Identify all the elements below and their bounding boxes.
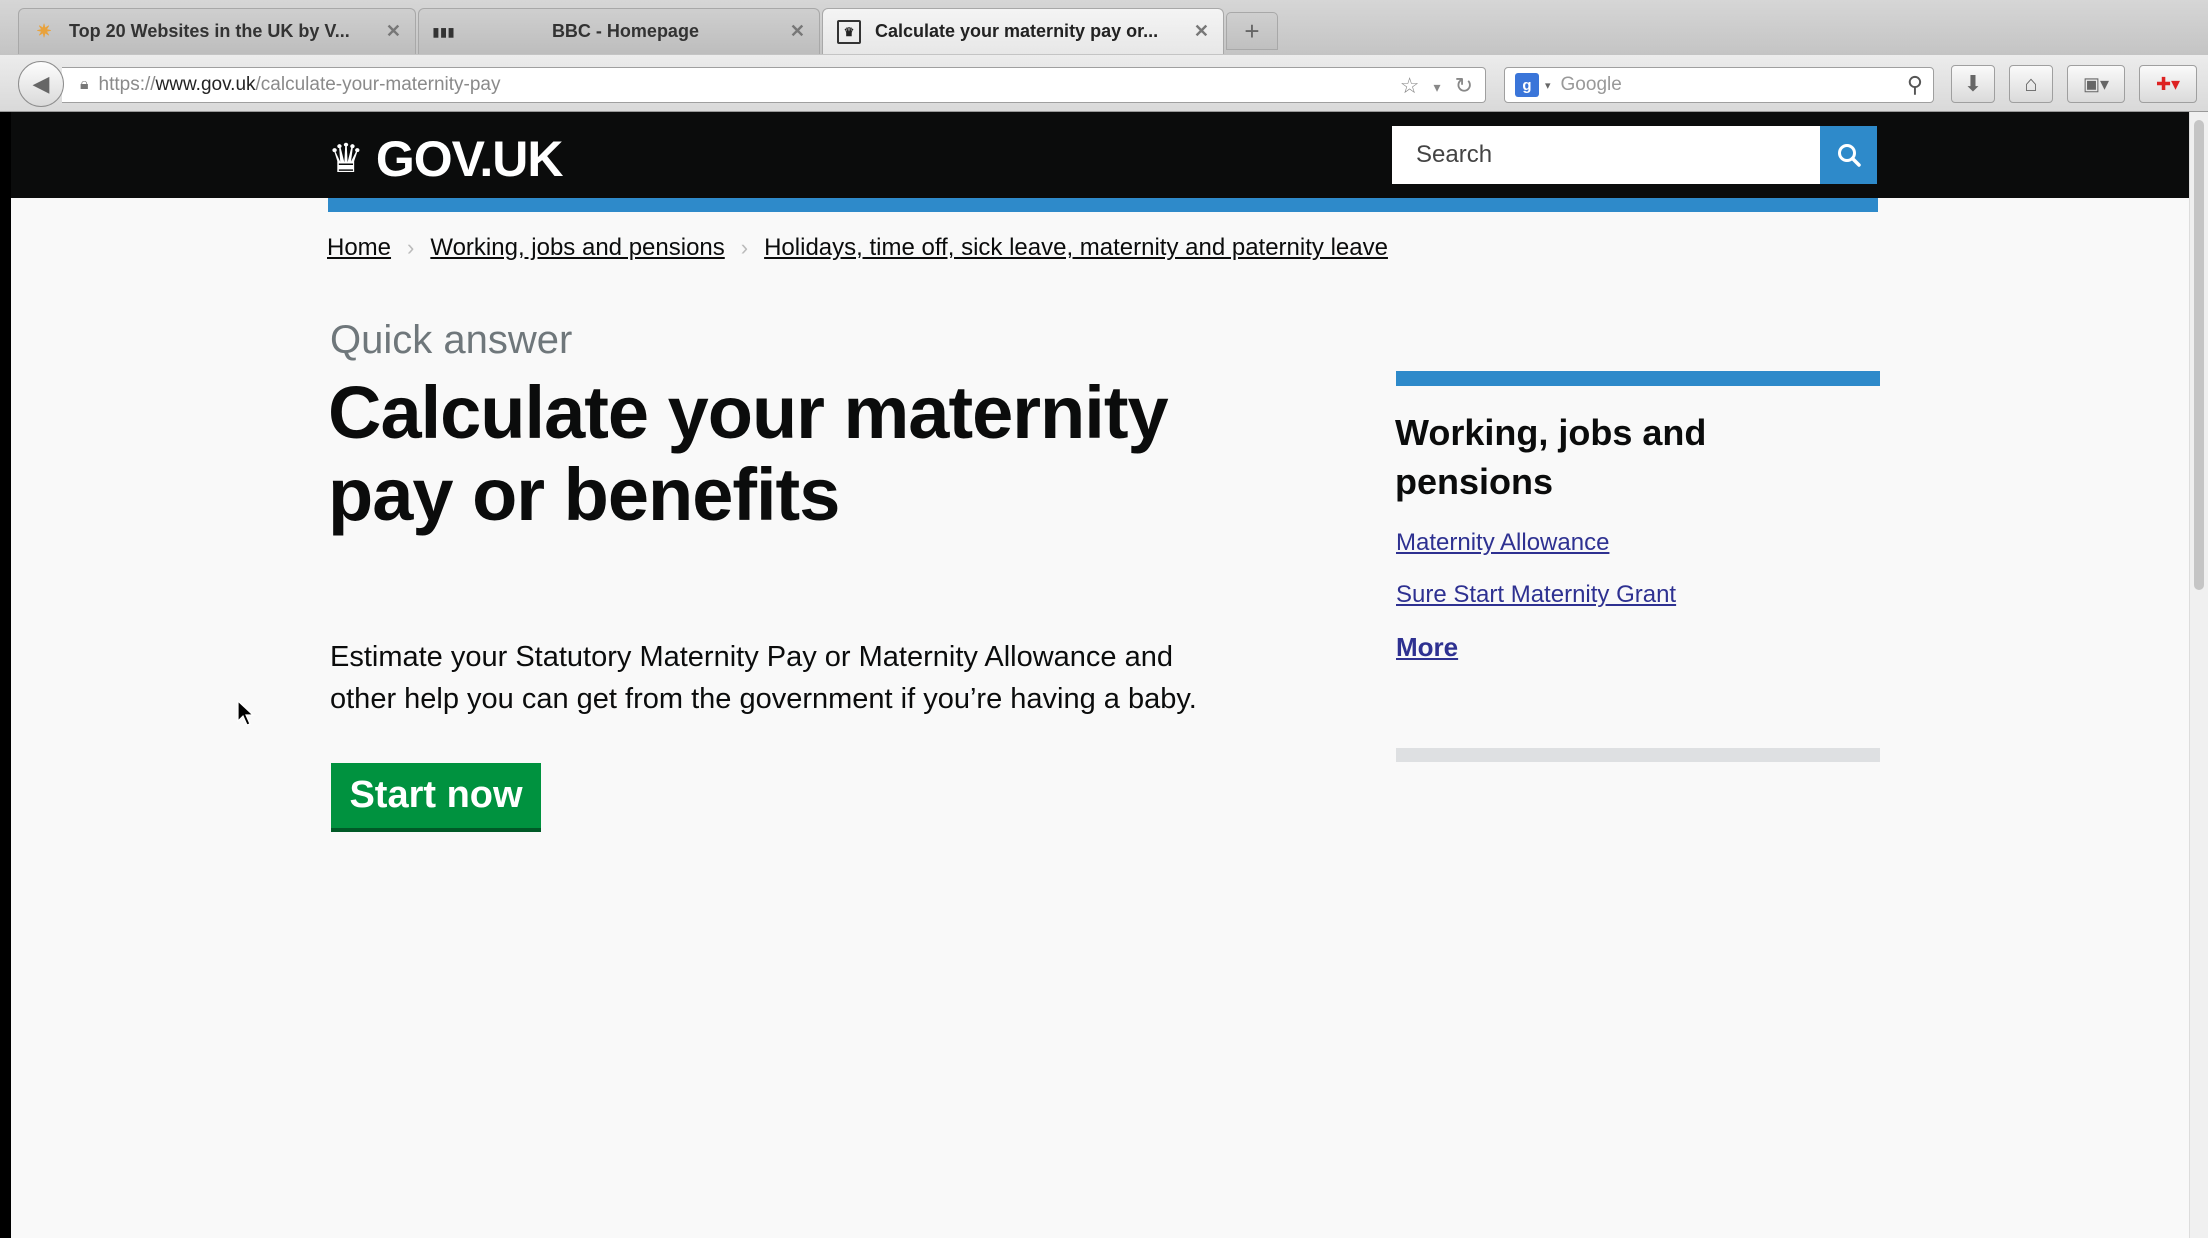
google-icon[interactable]: g [1515,73,1539,97]
back-arrow-icon: ◀ [32,71,50,96]
window-edge [0,112,11,1238]
window-menu-button[interactable]: ▣▾ [2067,65,2125,103]
breadcrumb-chevron-icon: › [740,235,749,260]
tab-title: Top 20 Websites in the UK by V... [69,21,350,41]
header-accent-bar [328,198,1878,212]
home-icon: ⌂ [2024,71,2038,96]
dropdown-arrow-icon[interactable]: ▾ [1434,73,1441,99]
breadcrumb: Home › Working, jobs and pensions › Holi… [327,234,1388,262]
breadcrumb-chevron-icon: › [407,235,415,260]
bookmark-star-icon[interactable]: ☆ [1400,73,1420,99]
tab-strip: ✷ Top 20 Websites in the UK by V... ✕ ▮▮… [0,0,2208,56]
reload-icon[interactable]: ↻ [1455,73,1473,99]
downloads-button[interactable]: ⬇ [1951,65,1995,103]
start-now-button[interactable]: Start now [331,763,541,828]
govuk-logo[interactable]: ♛ GOV.UK [328,130,564,188]
sidebar-link-maternity-allowance[interactable]: Maternity Allowance [1396,529,1609,557]
page-intro: Estimate your Statutory Maternity Pay or… [330,641,1197,715]
crown-favicon-icon: ♛ [837,19,861,44]
crown-icon: ♛ [328,137,364,181]
mouse-cursor-icon [237,700,255,726]
search-input[interactable]: Search [1392,126,1820,184]
download-arrow-icon: ⬇ [1963,71,1983,96]
lock-icon: 🔒︎ [80,76,89,93]
search-button[interactable] [1820,126,1877,184]
addon-icon: ✚▾ [2155,73,2181,94]
tab-title: Calculate your maternity pay or... [875,21,1159,41]
home-button[interactable]: ⌂ [2009,65,2053,103]
tab-top-20-websites[interactable]: ✷ Top 20 Websites in the UK by V... ✕ [18,8,416,54]
tab-calculate-maternity-pay[interactable]: ♛ Calculate your maternity pay or... ✕ [822,8,1224,54]
url-bar[interactable]: 🔒︎ https://www.gov.uk/calculate-your-mat… [62,67,1486,103]
window-icon: ▣▾ [2082,73,2110,94]
tab-bbc-homepage[interactable]: ▮▮▮ BBC - Homepage ✕ [418,8,820,54]
back-button[interactable]: ◀ [18,61,64,107]
engine-dropdown-icon[interactable]: ▾ [1545,79,1551,92]
breadcrumb-working-jobs-pensions[interactable]: Working, jobs and pensions [430,234,724,262]
page-kicker: Quick answer [330,318,573,362]
magnifier-icon[interactable]: ⚲ [1907,72,1923,98]
browser-window: ✷ Top 20 Websites in the UK by V... ✕ ▮▮… [0,0,2208,1238]
sidebar-heading: Working, jobs and pensions [1395,412,1707,502]
url-scheme: https:// [98,74,156,95]
search-engine-placeholder: Google [1560,74,1622,95]
search-placeholder: Search [1416,141,1493,168]
page-title: Calculate your maternity pay or benefits [328,371,1169,536]
bbc-favicon-icon: ▮▮▮ [432,24,456,39]
sidebar-accent-bar [1396,371,1880,386]
sidebar-divider [1396,748,1880,762]
addon-button[interactable]: ✚▾ [2139,65,2197,103]
star-favicon-icon: ✷ [36,21,52,41]
search-engine-bar[interactable]: g ▾ Google ⚲ [1504,67,1934,103]
url-path: /calculate-your-maternity-pay [255,74,501,95]
govuk-header: ♛ GOV.UK Search [11,112,2189,198]
breadcrumb-holidays-leave[interactable]: Holidays, time off, sick leave, maternit… [764,234,1388,262]
tab-title: BBC - Homepage [551,21,699,41]
navigation-bar: 🔒︎ https://www.gov.uk/calculate-your-mat… [0,55,2208,112]
close-tab-icon[interactable]: ✕ [1194,21,1209,42]
close-tab-icon[interactable]: ✕ [386,21,401,42]
close-tab-icon[interactable]: ✕ [790,21,805,42]
search-icon [1837,144,1861,167]
logo-text: GOV.UK [375,131,564,187]
url-host: www.gov.uk [155,74,256,95]
sidebar-more-link[interactable]: More [1396,632,1458,663]
sidebar-link-sure-start-grant[interactable]: Sure Start Maternity Grant [1396,581,1676,609]
breadcrumb-home[interactable]: Home [327,234,391,262]
scrollbar-thumb[interactable] [2194,120,2204,590]
new-tab-button[interactable]: + [1226,12,1278,50]
